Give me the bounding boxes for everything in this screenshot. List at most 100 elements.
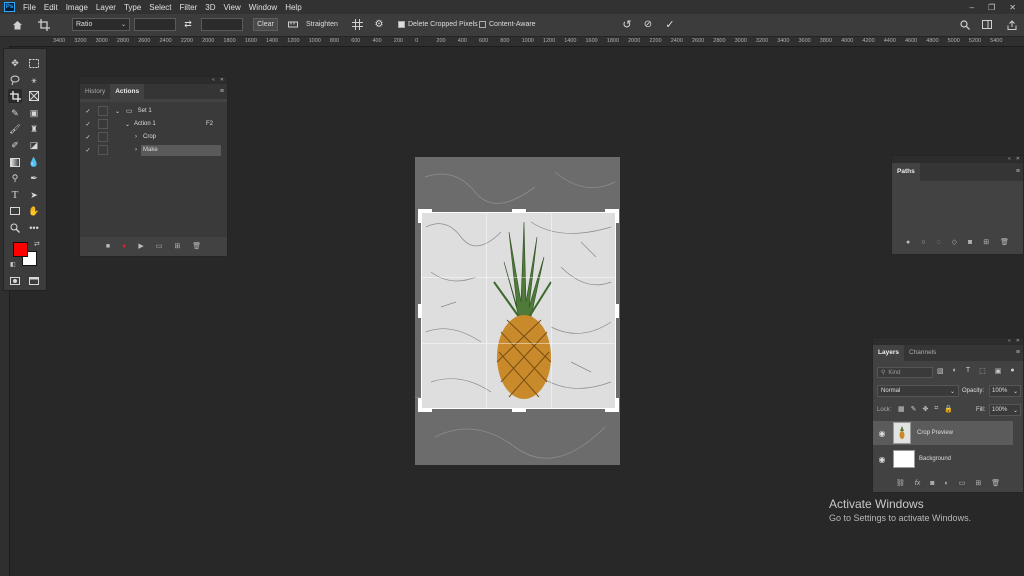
blur-tool-icon[interactable]: 💧 [27, 155, 41, 169]
crop-handle-right[interactable] [615, 304, 619, 318]
check-icon[interactable]: ✓ [82, 147, 94, 154]
trash-icon[interactable]: 🗑 [1000, 238, 1009, 246]
layer-row[interactable]: ◉ Background [873, 447, 1013, 471]
close-icon[interactable]: ✕ [1016, 338, 1020, 345]
menu-select[interactable]: Select [149, 3, 171, 12]
adjustment-layer-icon[interactable]: ◐ [944, 480, 948, 487]
add-mask-icon[interactable]: ◙ [930, 480, 934, 487]
tab-channels[interactable]: Channels [904, 345, 941, 361]
trash-icon[interactable]: 🗑 [192, 242, 201, 250]
brush-tool-icon[interactable]: 🖌 [8, 122, 22, 136]
menu-window[interactable]: Window [249, 3, 277, 12]
frame-tool-icon[interactable] [27, 89, 41, 103]
panel-menu-icon[interactable]: ≡ [1016, 168, 1020, 175]
menu-filter[interactable]: Filter [180, 3, 198, 12]
close-icon[interactable]: ✕ [220, 77, 224, 84]
lock-artboard-icon[interactable]: ⌗ [934, 405, 938, 413]
history-brush-icon[interactable]: ✐ [8, 138, 22, 152]
dialog-toggle[interactable] [98, 132, 108, 142]
menu-edit[interactable]: Edit [44, 3, 58, 12]
layer-kind-filter[interactable]: ⚲ Kind [877, 367, 933, 378]
type-tool-icon[interactable]: T [8, 188, 22, 202]
default-colors-icon[interactable]: ◧ [10, 261, 16, 268]
chevron-down-icon[interactable]: ⌄ [125, 121, 130, 128]
list-item[interactable]: ✓ › Make [80, 144, 227, 156]
new-path-icon[interactable]: ⊞ [983, 238, 989, 246]
clear-button[interactable]: Clear [253, 18, 278, 31]
pixel-filter-icon[interactable]: ▧ [937, 367, 944, 375]
commit-check-icon[interactable]: ✓ [663, 18, 677, 31]
dialog-toggle[interactable] [98, 145, 108, 155]
collapse-icon[interactable]: « [212, 77, 215, 84]
menu-help[interactable]: Help [285, 3, 301, 12]
dodge-tool-icon[interactable]: ⚲ [8, 171, 22, 185]
tab-layers[interactable]: Layers [873, 345, 904, 361]
crop-area[interactable] [418, 209, 619, 412]
smart-object-filter-icon[interactable]: ▣ [995, 367, 1002, 375]
crop-handle-bottom-right[interactable] [615, 398, 619, 412]
screen-mode-icon[interactable] [27, 274, 41, 288]
crop-handle-bottom-left[interactable] [418, 398, 422, 412]
marquee-tool-icon[interactable] [27, 56, 41, 70]
visibility-eye-icon[interactable]: ◉ [873, 455, 891, 464]
collapse-icon[interactable]: « [1008, 156, 1011, 163]
lock-brush-icon[interactable]: ✎ [911, 405, 917, 413]
magic-wand-icon[interactable]: ⚹ [27, 73, 41, 87]
load-selection-icon[interactable]: ◌ [936, 239, 940, 246]
minimize-button[interactable]: – [970, 3, 974, 12]
menu-view[interactable]: View [224, 3, 241, 12]
new-layer-icon[interactable]: ⊞ [975, 479, 981, 487]
eraser-icon[interactable]: ◪ [27, 138, 41, 152]
record-icon[interactable]: ● [122, 243, 126, 250]
list-item[interactable]: ✓ ⌄ Action 1 F2 [80, 118, 227, 130]
panel-menu-icon[interactable]: ≡ [1016, 349, 1020, 356]
lock-position-icon[interactable]: ✥ [923, 405, 929, 413]
panel-menu-icon[interactable]: ≡ [220, 88, 224, 95]
gear-icon[interactable]: ⚙ [372, 18, 386, 31]
maximize-button[interactable]: ❐ [988, 3, 995, 12]
new-action-icon[interactable]: ⊞ [174, 242, 180, 250]
list-item[interactable]: ✓ › Crop [80, 131, 227, 143]
close-icon[interactable]: ✕ [1016, 156, 1020, 163]
straighten-icon[interactable] [287, 18, 299, 31]
stop-icon[interactable]: ■ [106, 243, 110, 250]
crop-handle-bottom[interactable] [512, 408, 526, 412]
menu-type[interactable]: Type [124, 3, 141, 12]
chevron-right-icon[interactable]: › [135, 134, 137, 140]
link-layers-icon[interactable]: ⛓ [896, 479, 905, 487]
chevron-right-icon[interactable]: › [135, 147, 137, 153]
lock-all-icon[interactable]: 🔒 [944, 405, 953, 413]
dialog-toggle[interactable] [98, 119, 108, 129]
play-icon[interactable]: ▶ [138, 242, 143, 250]
collapse-icon[interactable]: « [1008, 338, 1011, 345]
path-selection-icon[interactable]: ➤ [27, 188, 41, 202]
home-icon[interactable] [10, 18, 24, 31]
foreground-color-swatch[interactable] [13, 242, 28, 257]
clone-stamp-icon[interactable]: ♜ [27, 122, 41, 136]
crop-handle-left[interactable] [418, 304, 422, 318]
lasso-tool-icon[interactable] [8, 73, 22, 87]
fill-path-icon[interactable]: ● [906, 239, 910, 246]
content-aware-checkbox[interactable]: Content-Aware [479, 18, 536, 31]
pen-tool-icon[interactable]: ✒ [27, 171, 41, 185]
gradient-tool-icon[interactable] [8, 155, 22, 169]
search-icon[interactable] [958, 18, 972, 31]
crop-tool-icon[interactable] [36, 18, 52, 31]
quick-mask-icon[interactable] [8, 274, 22, 288]
cancel-icon[interactable]: ⊘ [641, 18, 655, 31]
trash-icon[interactable]: 🗑 [991, 479, 1000, 487]
eyedropper-icon[interactable]: ✎ [8, 106, 22, 120]
make-work-path-icon[interactable]: ◇ [952, 238, 957, 246]
check-icon[interactable]: ✓ [82, 108, 94, 115]
check-icon[interactable]: ✓ [82, 134, 94, 141]
type-filter-icon[interactable]: T [966, 367, 970, 375]
reset-icon[interactable]: ↺ [620, 18, 634, 31]
stroke-path-icon[interactable]: ○ [921, 239, 925, 246]
blend-mode-select[interactable]: Normal ⌄ [877, 385, 959, 397]
fill-input[interactable]: 100% ⌄ [989, 404, 1021, 416]
tab-paths[interactable]: Paths [892, 163, 920, 181]
chevron-down-icon[interactable]: ⌄ [115, 108, 120, 115]
menu-file[interactable]: File [23, 3, 36, 12]
fx-icon[interactable]: fx [915, 480, 920, 487]
list-item[interactable]: ✓ ⌄ ▭ Set 1 [80, 105, 227, 117]
